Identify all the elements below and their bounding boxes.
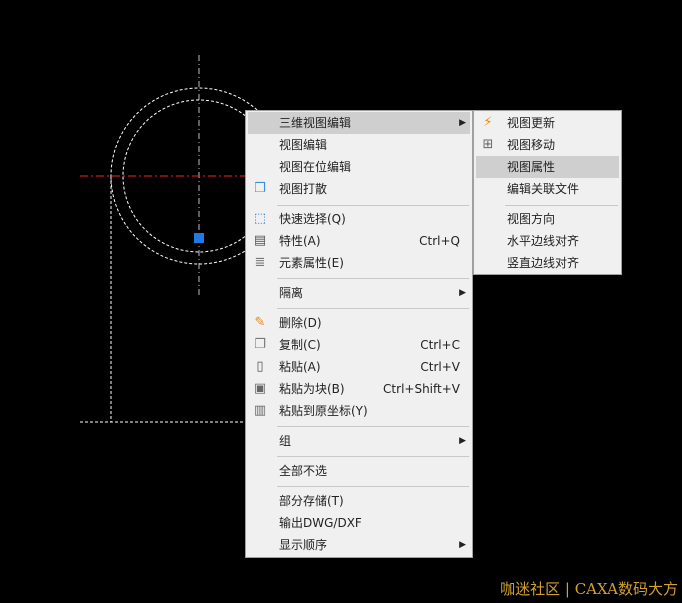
watermark: 咖迷社区 | CAXA数码大方	[500, 580, 678, 598]
menu-item-label: 编辑关联文件	[507, 182, 580, 196]
menu-separator	[277, 308, 469, 309]
grip-point[interactable]	[194, 233, 204, 243]
menu-separator	[277, 205, 469, 206]
menu-item-label: 视图在位编辑	[279, 160, 352, 174]
menu-item[interactable]: ⊞ 视图移动	[476, 134, 619, 156]
explode-view-icon: ❒	[254, 181, 266, 196]
menu-separator	[505, 205, 618, 206]
menu-separator	[277, 278, 469, 279]
menu-item-label: 全部不选	[279, 464, 328, 478]
paste-origin-icon: ▥	[253, 403, 267, 418]
menu-item[interactable]: 视图编辑	[248, 134, 470, 156]
menu-item[interactable]: ≣ 元素属性(E)	[248, 252, 470, 274]
menu-item-label: 竖直边线对齐	[507, 256, 580, 270]
menu-item[interactable]: ▤ 特性(A) Ctrl+Q	[248, 230, 470, 252]
menu-item-label: 隔离	[279, 286, 304, 300]
menu-item[interactable]: 视图属性	[476, 156, 619, 178]
element-attributes-icon: ≣	[254, 255, 266, 270]
menu-item[interactable]: 水平边线对齐	[476, 230, 619, 252]
menu-item[interactable]: 部分存储(T)	[248, 490, 470, 512]
menu-item[interactable]: ❐ 复制(C) Ctrl+C	[248, 334, 470, 356]
menu-item[interactable]: ▣ 粘贴为块(B) Ctrl+Shift+V	[248, 378, 470, 400]
view-3d-edit-submenu: ⚡ 视图更新 ⊞ 视图移动视图属性编辑关联文件 视图方向水平边线对齐 竖直边线对齐	[473, 110, 622, 275]
menu-separator	[277, 486, 469, 487]
menu-separator	[277, 456, 469, 457]
menu-item[interactable]: ▯ 粘贴(A) Ctrl+V	[248, 356, 470, 378]
menu-item[interactable]: ⬚ 快速选择(Q)	[248, 208, 470, 230]
menu-item-label: 快速选择(Q)	[279, 212, 346, 226]
menu-item[interactable]: 竖直边线对齐	[476, 252, 619, 274]
menu-item[interactable]: ✎ 删除(D)	[248, 312, 470, 334]
paste-icon: ▯	[256, 359, 264, 374]
menu-item-label: 粘贴(A)	[279, 360, 321, 374]
menu-item-label: 删除(D)	[279, 316, 322, 330]
view-move-icon: ⊞	[482, 137, 494, 152]
menu-item-label: 视图移动	[507, 138, 556, 152]
menu-item[interactable]: 隔离 ▶	[248, 282, 470, 304]
submenu-arrow-icon: ▶	[459, 288, 466, 298]
menu-item[interactable]: 全部不选	[248, 460, 470, 482]
view-update-icon: ⚡	[483, 115, 493, 130]
menu-item-label: 粘贴为块(B)	[279, 382, 345, 396]
menu-item[interactable]: ❒ 视图打散	[248, 178, 470, 200]
paste-block-icon: ▣	[253, 381, 267, 396]
menu-item-shortcut: Ctrl+C	[420, 338, 460, 352]
menu-item[interactable]: ⚡ 视图更新	[476, 112, 619, 134]
menu-item-shortcut: Ctrl+Q	[419, 234, 460, 248]
menu-separator	[277, 426, 469, 427]
menu-item[interactable]: 视图方向	[476, 208, 619, 230]
menu-item-label: 部分存储(T)	[279, 494, 344, 508]
menu-item-label: 视图属性	[507, 160, 556, 174]
menu-item-label: 水平边线对齐	[507, 234, 580, 248]
copy-icon: ❐	[254, 337, 266, 352]
menu-item-label: 视图编辑	[279, 138, 328, 152]
submenu-arrow-icon: ▶	[459, 436, 466, 446]
menu-item[interactable]: 组 ▶	[248, 430, 470, 452]
menu-item-label: 输出DWG/DXF	[279, 516, 362, 530]
menu-item-label: 组	[279, 434, 292, 448]
menu-item-label: 元素属性(E)	[279, 256, 344, 270]
menu-item[interactable]: 显示顺序 ▶	[248, 534, 470, 556]
menu-item[interactable]: 输出DWG/DXF	[248, 512, 470, 534]
menu-item-label: 特性(A)	[279, 234, 321, 248]
menu-item-shortcut: Ctrl+V	[420, 360, 460, 374]
menu-item-label: 三维视图编辑	[279, 116, 352, 130]
context-menu: 三维视图编辑 ▶ 视图编辑视图在位编辑 ❒ 视图打散 ⬚ 快速选择(Q) ▤ 特性(A) Ctrl…	[245, 110, 473, 558]
menu-item-label: 视图打散	[279, 182, 328, 196]
menu-item-label: 视图更新	[507, 116, 556, 130]
menu-item[interactable]: 编辑关联文件	[476, 178, 619, 200]
quick-select-icon: ⬚	[253, 211, 267, 226]
submenu-arrow-icon: ▶	[459, 540, 466, 550]
menu-item[interactable]: 视图在位编辑	[248, 156, 470, 178]
menu-item-label: 视图方向	[507, 212, 556, 226]
properties-icon: ▤	[253, 233, 267, 248]
menu-item[interactable]: 三维视图编辑 ▶	[248, 112, 470, 134]
eraser-icon: ✎	[254, 315, 266, 330]
menu-item[interactable]: ▥ 粘贴到原坐标(Y)	[248, 400, 470, 422]
menu-item-shortcut: Ctrl+Shift+V	[383, 382, 460, 396]
menu-item-label: 显示顺序	[279, 538, 328, 552]
menu-item-label: 粘贴到原坐标(Y)	[279, 404, 368, 418]
submenu-arrow-icon: ▶	[459, 118, 466, 128]
menu-item-label: 复制(C)	[279, 338, 321, 352]
